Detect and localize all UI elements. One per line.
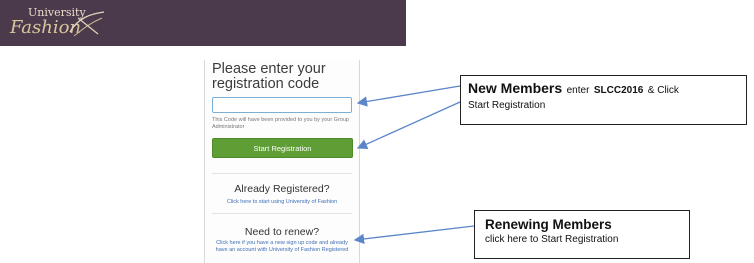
registration-code-value: SLCC2016 (593, 85, 644, 96)
new-members-line2: Start Registration (468, 100, 546, 111)
renewing-members-heading: Renewing Members (485, 217, 612, 232)
arrow-to-renew-link (353, 225, 475, 245)
new-members-heading: New Members (468, 80, 563, 96)
renewing-members-line2: click here to Start Registration (485, 234, 619, 245)
arrow-to-start-button (356, 101, 461, 149)
new-members-text-suffix: & Click (647, 85, 679, 96)
arrow-to-code-input (356, 85, 461, 107)
new-members-text-prefix: enter (566, 85, 590, 96)
new-members-callout: New Members enter SLCC2016 & Click Start… (460, 75, 747, 125)
renewing-members-callout: Renewing Members click here to Start Reg… (474, 210, 690, 259)
